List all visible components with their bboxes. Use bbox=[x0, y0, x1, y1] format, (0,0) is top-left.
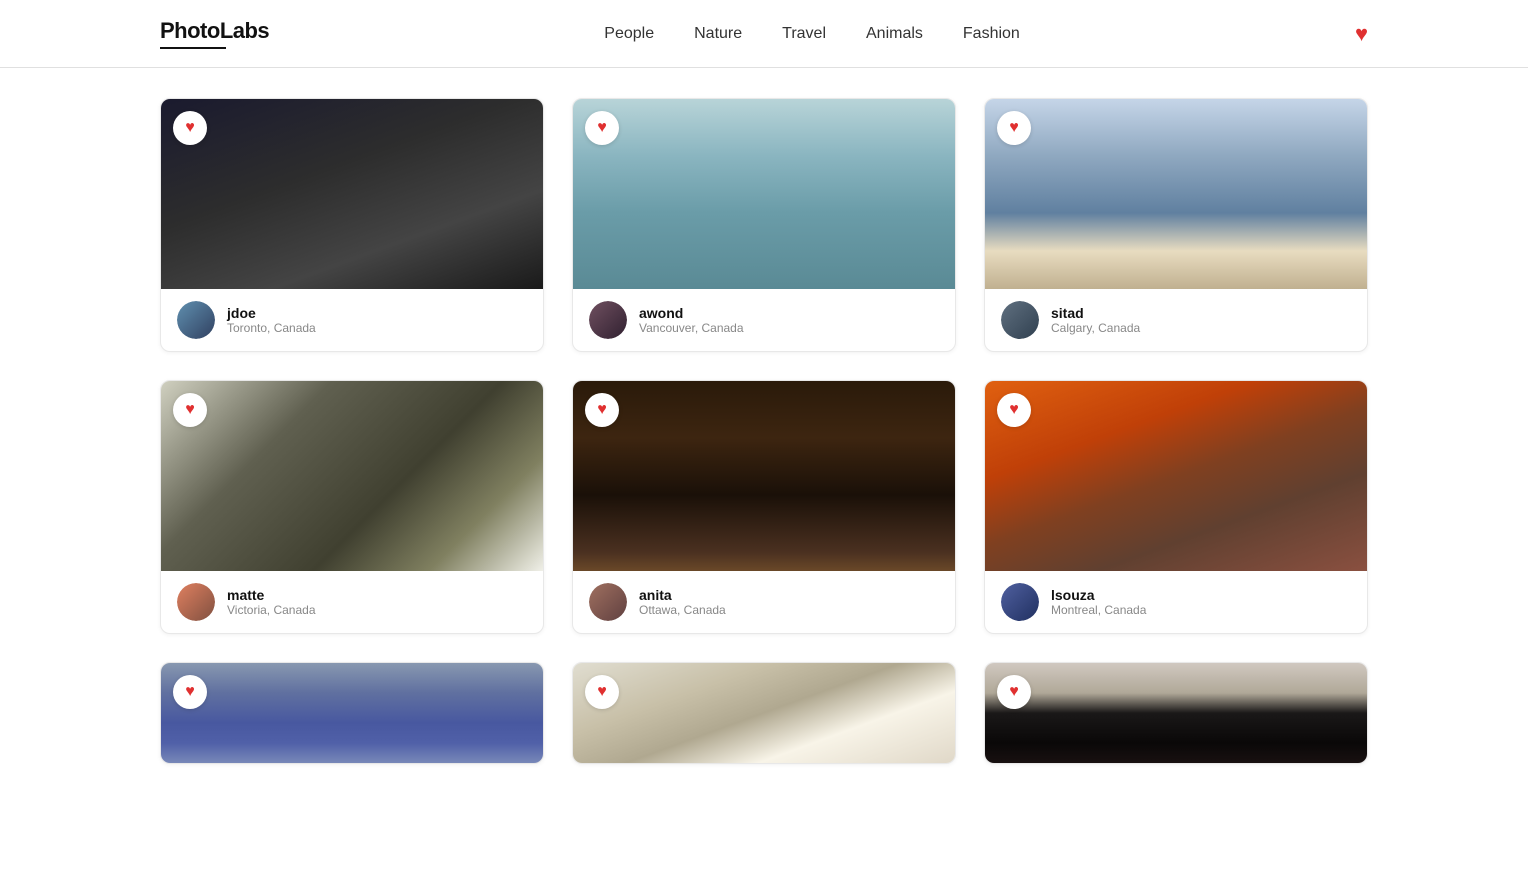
photo-card: ♥ anita Ottawa, Canada bbox=[572, 380, 956, 634]
photo-card: ♥ lsouza Montreal, Canada bbox=[984, 380, 1368, 634]
photo-card: ♥ jdoe Toronto, Canada bbox=[160, 98, 544, 352]
avatar bbox=[177, 301, 215, 339]
user-info: anita Ottawa, Canada bbox=[639, 587, 726, 617]
card-image-container: ♥ bbox=[985, 381, 1367, 571]
location: Vancouver, Canada bbox=[639, 321, 744, 335]
heart-icon: ♥ bbox=[1009, 683, 1019, 701]
avatar-image bbox=[1001, 583, 1039, 621]
favorite-button[interactable]: ♥ bbox=[997, 675, 1031, 709]
location: Montreal, Canada bbox=[1051, 603, 1146, 617]
username: jdoe bbox=[227, 305, 316, 321]
card-image bbox=[161, 381, 543, 571]
card-image bbox=[985, 99, 1367, 289]
global-favorites-icon[interactable]: ♥ bbox=[1355, 21, 1368, 47]
card-footer: jdoe Toronto, Canada bbox=[161, 289, 543, 351]
avatar bbox=[1001, 583, 1039, 621]
heart-icon: ♥ bbox=[185, 683, 195, 701]
photo-card: ♥ sitad Calgary, Canada bbox=[984, 98, 1368, 352]
favorite-button[interactable]: ♥ bbox=[173, 675, 207, 709]
card-footer: lsouza Montreal, Canada bbox=[985, 571, 1367, 633]
username: lsouza bbox=[1051, 587, 1146, 603]
heart-icon: ♥ bbox=[597, 401, 607, 419]
nav: People Nature Travel Animals Fashion bbox=[604, 25, 1020, 43]
photo-card: ♥ bbox=[572, 662, 956, 764]
card-image bbox=[161, 663, 543, 763]
avatar-image bbox=[589, 583, 627, 621]
card-footer: anita Ottawa, Canada bbox=[573, 571, 955, 633]
location: Calgary, Canada bbox=[1051, 321, 1140, 335]
logo-underline bbox=[160, 47, 226, 49]
location: Ottawa, Canada bbox=[639, 603, 726, 617]
location: Toronto, Canada bbox=[227, 321, 316, 335]
main-content: ♥ jdoe Toronto, Canada ♥ awond bbox=[0, 68, 1528, 794]
card-image-container: ♥ bbox=[161, 99, 543, 289]
user-info: lsouza Montreal, Canada bbox=[1051, 587, 1146, 617]
photo-card: ♥ matte Victoria, Canada bbox=[160, 380, 544, 634]
nav-fashion[interactable]: Fashion bbox=[963, 25, 1020, 43]
card-image-container: ♥ bbox=[161, 663, 543, 763]
card-image-container: ♥ bbox=[573, 381, 955, 571]
username: awond bbox=[639, 305, 744, 321]
location: Victoria, Canada bbox=[227, 603, 316, 617]
logo-text: PhotoLabs bbox=[160, 18, 269, 44]
user-info: awond Vancouver, Canada bbox=[639, 305, 744, 335]
photo-grid: ♥ jdoe Toronto, Canada ♥ awond bbox=[160, 98, 1368, 764]
favorite-button[interactable]: ♥ bbox=[585, 111, 619, 145]
avatar-image bbox=[1001, 301, 1039, 339]
favorite-button[interactable]: ♥ bbox=[997, 393, 1031, 427]
header: PhotoLabs People Nature Travel Animals F… bbox=[0, 0, 1528, 68]
heart-icon: ♥ bbox=[597, 119, 607, 137]
favorite-button[interactable]: ♥ bbox=[585, 675, 619, 709]
card-image-container: ♥ bbox=[573, 99, 955, 289]
heart-icon: ♥ bbox=[185, 119, 195, 137]
user-info: matte Victoria, Canada bbox=[227, 587, 316, 617]
avatar-image bbox=[177, 301, 215, 339]
favorite-button[interactable]: ♥ bbox=[585, 393, 619, 427]
heart-icon: ♥ bbox=[597, 683, 607, 701]
heart-icon: ♥ bbox=[1009, 401, 1019, 419]
card-image-container: ♥ bbox=[161, 381, 543, 571]
card-footer: awond Vancouver, Canada bbox=[573, 289, 955, 351]
favorite-button[interactable]: ♥ bbox=[997, 111, 1031, 145]
user-info: sitad Calgary, Canada bbox=[1051, 305, 1140, 335]
heart-icon: ♥ bbox=[185, 401, 195, 419]
card-image bbox=[573, 663, 955, 763]
card-image-container: ♥ bbox=[985, 99, 1367, 289]
nav-animals[interactable]: Animals bbox=[866, 25, 923, 43]
avatar bbox=[589, 301, 627, 339]
photo-card: ♥ bbox=[160, 662, 544, 764]
card-image bbox=[573, 381, 955, 571]
nav-travel[interactable]: Travel bbox=[782, 25, 826, 43]
favorite-button[interactable]: ♥ bbox=[173, 393, 207, 427]
card-image bbox=[573, 99, 955, 289]
avatar-image bbox=[177, 583, 215, 621]
nav-people[interactable]: People bbox=[604, 25, 654, 43]
photo-card: ♥ bbox=[984, 662, 1368, 764]
avatar bbox=[1001, 301, 1039, 339]
card-image-container: ♥ bbox=[985, 663, 1367, 763]
username: matte bbox=[227, 587, 316, 603]
avatar bbox=[177, 583, 215, 621]
card-footer: matte Victoria, Canada bbox=[161, 571, 543, 633]
card-image bbox=[161, 99, 543, 289]
card-image bbox=[985, 381, 1367, 571]
username: anita bbox=[639, 587, 726, 603]
card-image bbox=[985, 663, 1367, 763]
avatar bbox=[589, 583, 627, 621]
favorite-button[interactable]: ♥ bbox=[173, 111, 207, 145]
avatar-image bbox=[589, 301, 627, 339]
card-footer: sitad Calgary, Canada bbox=[985, 289, 1367, 351]
photo-card: ♥ awond Vancouver, Canada bbox=[572, 98, 956, 352]
card-image-container: ♥ bbox=[573, 663, 955, 763]
logo: PhotoLabs bbox=[160, 18, 269, 49]
user-info: jdoe Toronto, Canada bbox=[227, 305, 316, 335]
username: sitad bbox=[1051, 305, 1140, 321]
nav-nature[interactable]: Nature bbox=[694, 25, 742, 43]
heart-icon: ♥ bbox=[1009, 119, 1019, 137]
